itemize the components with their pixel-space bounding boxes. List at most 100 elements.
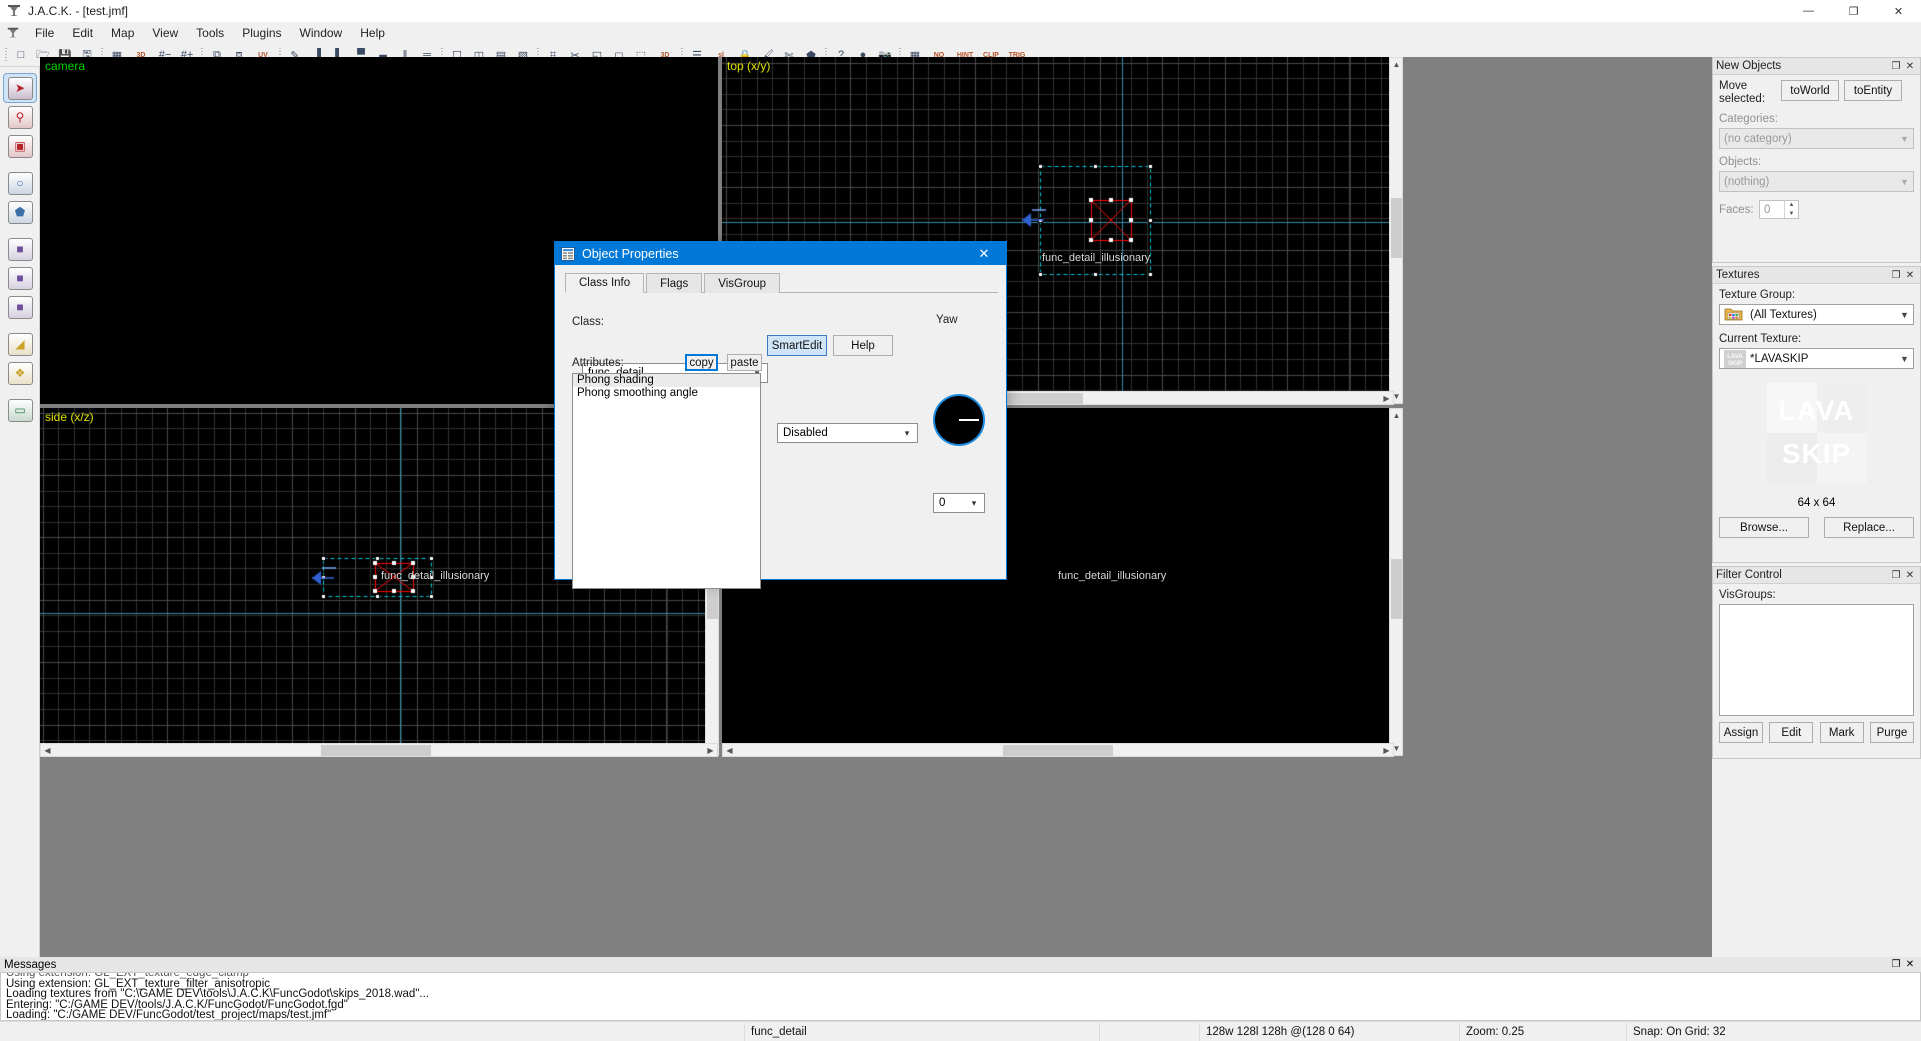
scroll-thumb[interactable] <box>1391 198 1402 258</box>
objects-value: (nothing) <box>1724 176 1769 188</box>
chevron-down-icon: ▼ <box>1896 305 1913 324</box>
texture-apply-tool[interactable]: ■ <box>4 235 36 263</box>
to-world-button[interactable]: toWorld <box>1781 80 1839 101</box>
vertex-tool[interactable]: ❖ <box>4 359 36 387</box>
visgroups-listbox[interactable] <box>1719 604 1914 716</box>
tab-flags[interactable]: Flags <box>646 273 702 293</box>
right-dock: New Objects ❐ ✕ Move selected: toWorld t… <box>1712 57 1921 957</box>
copy-button[interactable]: copy <box>685 354 718 371</box>
attributes-list[interactable]: Phong shading Phong smoothing angle <box>572 373 761 589</box>
yaw-combo[interactable]: 0 ▾ <box>933 493 985 513</box>
new-file-icon[interactable]: □ <box>11 45 31 65</box>
mark-button[interactable]: Mark <box>1820 722 1864 743</box>
selection-tool[interactable]: ➤ <box>4 74 36 102</box>
menu-window[interactable]: Window <box>291 24 352 42</box>
path-tool[interactable]: ▭ <box>4 396 36 424</box>
help-button[interactable]: Help <box>833 335 893 356</box>
scroll-left-arrow[interactable]: ◀ <box>723 744 736 757</box>
properties-grid-icon <box>561 247 575 261</box>
scrollbar-front-horizontal[interactable]: ◀ ▶ <box>722 743 1394 757</box>
tab-visgroup[interactable]: VisGroup <box>704 273 780 293</box>
new-objects-body: Move selected: toWorld toEntity Categori… <box>1713 75 1920 224</box>
scroll-thumb[interactable] <box>1391 559 1402 619</box>
texture-preview-bottom-text: SKIP <box>1767 438 1867 470</box>
svg-text:SKIP: SKIP <box>1728 361 1742 367</box>
entity-label-top: func_detail_illusionary <box>1042 252 1150 264</box>
menu-plugins[interactable]: Plugins <box>233 24 290 42</box>
browse-button[interactable]: Browse... <box>1719 517 1809 538</box>
assign-button[interactable]: Assign <box>1719 722 1763 743</box>
stepper-down-icon[interactable]: ▼ <box>1784 210 1798 219</box>
purge-button[interactable]: Purge <box>1870 722 1914 743</box>
scroll-up-arrow[interactable]: ▲ <box>1390 58 1403 71</box>
filter-control-panel: Filter Control ❐ ✕ VisGroups: Assign Edi… <box>1712 566 1921 759</box>
dialog-title-bar[interactable]: Object Properties ✕ <box>555 242 1006 265</box>
messages-log[interactable]: Using extension: GL_EXT_texture_edge_cla… <box>0 973 1921 1021</box>
attribute-row[interactable]: Phong smoothing angle <box>573 387 760 400</box>
scroll-thumb[interactable] <box>1003 745 1113 756</box>
camera-tool[interactable]: ▣ <box>4 132 36 160</box>
scroll-right-arrow[interactable]: ▶ <box>704 744 717 757</box>
overlay-tool[interactable]: ■ <box>4 293 36 321</box>
scroll-up-arrow[interactable]: ▲ <box>1390 409 1403 422</box>
categories-combo[interactable]: (no category) ▼ <box>1719 128 1914 149</box>
current-texture-combo[interactable]: LAVA SKIP *LAVASKIP ▼ <box>1719 348 1914 369</box>
entity-tool[interactable]: ○ <box>4 169 36 197</box>
tool-separator <box>0 388 39 395</box>
edit-button[interactable]: Edit <box>1769 722 1813 743</box>
scroll-right-arrow[interactable]: ▶ <box>1380 744 1393 757</box>
attribute-row[interactable]: Phong shading <box>573 374 760 387</box>
menu-map[interactable]: Map <box>102 24 143 42</box>
float-icon[interactable]: ❐ <box>1889 268 1903 282</box>
menu-help[interactable]: Help <box>351 24 394 42</box>
scrollbar-side-horizontal[interactable]: ◀ ▶ <box>40 743 718 757</box>
faces-stepper[interactable]: 0 ▲ ▼ <box>1759 200 1799 219</box>
visgroups-label: VisGroups: <box>1719 589 1914 601</box>
menu-tools[interactable]: Tools <box>187 24 233 42</box>
dialog-close-button[interactable]: ✕ <box>962 242 1006 265</box>
close-button[interactable]: ✕ <box>1876 0 1921 22</box>
texture-folder-icon <box>1724 306 1746 324</box>
texture-group-combo[interactable]: (All Textures) ▼ <box>1719 304 1914 325</box>
close-icon[interactable]: ✕ <box>1903 59 1917 73</box>
minimize-button[interactable]: — <box>1786 0 1831 22</box>
toolbar-grip[interactable] <box>4 46 8 64</box>
scrollbar-top-vertical[interactable]: ▲ ▼ <box>1389 57 1403 404</box>
maximize-button[interactable]: ❐ <box>1831 0 1876 22</box>
yaw-label: Yaw <box>936 314 958 326</box>
objects-combo[interactable]: (nothing) ▼ <box>1719 171 1914 192</box>
textures-header: Textures ❐ ✕ <box>1713 267 1920 284</box>
close-icon[interactable]: ✕ <box>1903 958 1917 972</box>
attribute-value-combo[interactable]: Disabled ▾ <box>777 423 918 443</box>
scroll-right-arrow[interactable]: ▶ <box>1380 392 1393 405</box>
menu-edit[interactable]: Edit <box>63 24 102 42</box>
texture-preview: LAVA SKIP <box>1767 383 1867 483</box>
replace-button[interactable]: Replace... <box>1824 517 1914 538</box>
menu-file[interactable]: File <box>26 24 63 42</box>
to-entity-button[interactable]: toEntity <box>1844 80 1902 101</box>
scroll-left-arrow[interactable]: ◀ <box>41 744 54 757</box>
close-icon[interactable]: ✕ <box>1903 268 1917 282</box>
magnify-tool[interactable]: ⚲ <box>4 103 36 131</box>
tab-class-info[interactable]: Class Info <box>565 273 644 293</box>
close-icon[interactable]: ✕ <box>1903 568 1917 582</box>
float-icon[interactable]: ❐ <box>1889 958 1903 972</box>
clipping-tool[interactable]: ◢ <box>4 330 36 358</box>
status-empty-2 <box>1100 1023 1200 1041</box>
scroll-thumb[interactable] <box>321 745 431 756</box>
decal-tool[interactable]: ■ <box>4 264 36 292</box>
block-tool[interactable]: ⬟ <box>4 198 36 226</box>
texture-group-label: Texture Group: <box>1719 289 1914 301</box>
stepper-up-icon[interactable]: ▲ <box>1784 201 1798 210</box>
overlay-icon: ■ <box>8 296 33 319</box>
paste-button[interactable]: paste <box>727 354 762 371</box>
smartedit-button[interactable]: SmartEdit <box>767 335 827 356</box>
object-properties-dialog: Object Properties ✕ Class Info Flags Vis… <box>554 241 1007 580</box>
float-icon[interactable]: ❐ <box>1889 59 1903 73</box>
float-icon[interactable]: ❐ <box>1889 568 1903 582</box>
yaw-dial[interactable] <box>935 396 983 444</box>
status-selection: func_detail <box>745 1023 1100 1041</box>
scrollbar-front-vertical[interactable]: ▲ ▼ <box>1389 408 1403 756</box>
menu-view[interactable]: View <box>143 24 187 42</box>
clipping-icon: ◢ <box>8 333 33 356</box>
